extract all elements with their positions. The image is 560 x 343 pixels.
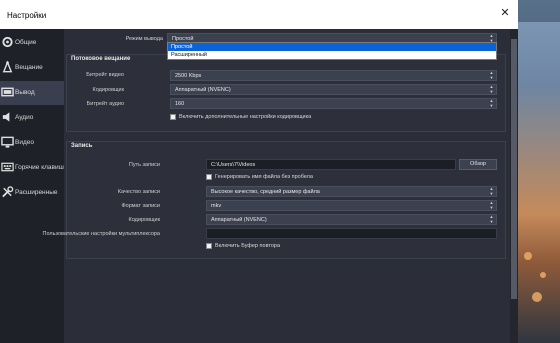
sidebar: Общие Вещание Вывод Аудио Видео Горячие …	[0, 29, 68, 343]
sidebar-item-label: Вывод	[15, 89, 35, 96]
audio-bitrate-select[interactable]: 160	[170, 98, 497, 109]
chevron-down-icon: ▼	[489, 191, 494, 196]
tools-icon	[2, 186, 14, 198]
settings-scrollbar[interactable]	[510, 29, 518, 343]
record-path-label: Путь записи	[128, 162, 160, 168]
audio-bitrate-value: 160	[175, 101, 185, 107]
output-mode-label: Режим вывода	[125, 36, 163, 42]
record-path-value: C:\Users\7\Videos	[211, 162, 256, 168]
video-bitrate-value: 2500 Kbps	[175, 73, 202, 79]
record-quality-value: Высокое качество, средний размер файла	[211, 189, 320, 195]
replay-buffer-checkbox[interactable]	[206, 243, 212, 249]
sidebar-item-broadcast[interactable]: Вещание	[0, 56, 64, 80]
dropdown-option-simple[interactable]: Простой	[168, 43, 496, 51]
sidebar-item-label: Вещание	[15, 64, 43, 71]
chevron-down-icon: ▼	[489, 89, 494, 94]
sidebar-item-advanced[interactable]: Расширенные	[0, 181, 64, 205]
sidebar-item-video[interactable]: Видео	[0, 131, 64, 155]
stream-encoder-value: Аппаратный (NVENC)	[175, 87, 231, 93]
video-bitrate-spinbox[interactable]: 2500 Kbps	[170, 70, 497, 81]
scrollbar-thumb[interactable]	[511, 39, 517, 299]
record-quality-select[interactable]: Высокое качество, средний размер файла	[206, 186, 497, 197]
chevron-down-icon: ▼	[489, 219, 494, 224]
stream-encoder-arrows: ▲ ▼	[488, 84, 495, 95]
close-icon[interactable]: ✕	[498, 6, 512, 20]
stream-encoder-select[interactable]: Аппаратный (NVENC)	[170, 84, 497, 95]
audio-bitrate-arrows: ▲ ▼	[488, 98, 495, 109]
recording-title: Запись	[71, 143, 93, 149]
no-space-filename-checkbox[interactable]	[206, 174, 212, 180]
monitor-icon	[1, 136, 14, 148]
record-encoder-arrows: ▲ ▼	[488, 214, 495, 225]
streaming-title: Потоковое вещание	[71, 56, 131, 62]
video-bitrate-label: Битрейт видео	[86, 72, 124, 78]
sidebar-item-label: Расширенные	[15, 189, 58, 196]
gear-icon	[2, 36, 13, 48]
keyboard-icon	[1, 162, 14, 172]
settings-window: Настройки ✕ Общие Вещание Вывод Аудио Ви…	[0, 0, 518, 343]
record-encoder-label: Кодировщик	[128, 217, 160, 223]
record-format-label: Формат записи	[121, 203, 160, 209]
sidebar-item-label: Горячие клавиши	[15, 164, 68, 171]
chevron-down-icon: ▼	[489, 75, 494, 80]
record-format-arrows: ▲ ▼	[488, 200, 495, 211]
record-format-value: mkv	[211, 203, 222, 209]
no-space-filename-label: Генерировать имя файла без пробела	[215, 174, 313, 180]
record-quality-arrows: ▲ ▼	[488, 186, 495, 197]
desktop-wallpaper-strip	[518, 22, 560, 343]
sidebar-item-audio[interactable]: Аудио	[0, 106, 64, 130]
record-format-select[interactable]: mkv	[206, 200, 497, 211]
advanced-encoder-checkbox[interactable]	[170, 114, 176, 120]
muxer-settings-input[interactable]	[206, 228, 497, 239]
stream-encoder-label: Кодировщик	[92, 87, 124, 93]
speaker-icon	[2, 112, 10, 122]
video-bitrate-stepper[interactable]: ▲ ▼	[488, 70, 495, 81]
sidebar-item-output[interactable]: Вывод	[0, 81, 64, 105]
sidebar-item-label: Видео	[15, 139, 34, 146]
chevron-down-icon: ▼	[489, 205, 494, 210]
broadcast-icon	[2, 60, 13, 73]
sidebar-item-label: Аудио	[15, 114, 34, 121]
record-encoder-select[interactable]: Аппаратный (NVENC)	[206, 214, 497, 225]
advanced-encoder-label: Включить дополнительные настройки кодиро…	[179, 114, 312, 120]
window-title: Настройки	[7, 11, 47, 20]
replay-buffer-label: Включить Буфер повтора	[215, 243, 281, 249]
muxer-settings-label: Пользовательские настройки мультиплексор…	[42, 231, 160, 237]
sidebar-item-general[interactable]: Общие	[0, 31, 64, 55]
sidebar-item-label: Общие	[15, 39, 37, 46]
sidebar-item-hotkeys[interactable]: Горячие клавиши	[0, 156, 68, 180]
audio-bitrate-label: Битрейт аудио	[86, 101, 124, 107]
record-encoder-value: Аппаратный (NVENC)	[211, 217, 267, 223]
browse-button[interactable]: Обзор	[459, 159, 497, 170]
record-path-input[interactable]: C:\Users\7\Videos	[206, 159, 456, 170]
record-quality-label: Качество записи	[117, 189, 160, 195]
chevron-down-icon: ▼	[489, 103, 494, 108]
title-bar: Настройки ✕	[0, 0, 518, 29]
output-icon	[1, 87, 14, 97]
